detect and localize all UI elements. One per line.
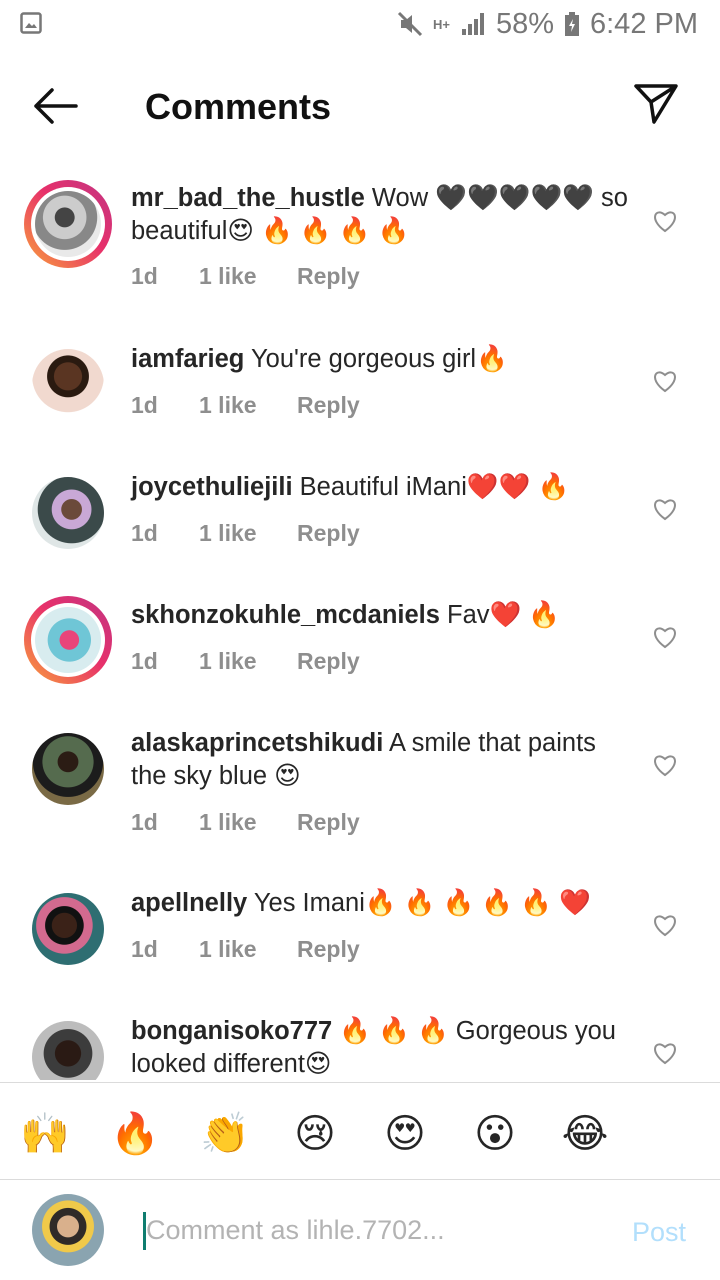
comment-meta: 1d 1 like Reply — [131, 936, 360, 963]
comment-username[interactable]: apellnelly — [131, 889, 247, 917]
comment-likes[interactable]: 1 like — [199, 263, 297, 290]
clock: 6:42 PM — [590, 7, 698, 40]
signal-icon — [460, 11, 486, 37]
comment-input[interactable] — [146, 1207, 606, 1253]
post-button[interactable]: Post — [632, 1217, 686, 1248]
heart-icon — [654, 915, 676, 937]
comment-text: Fav❤️ 🔥 — [439, 601, 561, 629]
comment-body: mr_bad_the_hustle Wow 🖤🖤🖤🖤🖤 so beautiful… — [131, 182, 631, 248]
comment-likes[interactable]: 1 like — [199, 648, 297, 675]
reply-button[interactable]: Reply — [297, 392, 360, 419]
status-bar: H+ 58% 6:42 PM — [0, 0, 720, 48]
comment-time: 1d — [131, 520, 158, 546]
comment-composer: Post — [0, 1181, 720, 1280]
comment-body: alaskaprincetshikudi A smile that paints… — [131, 727, 631, 793]
comment-time: 1d — [131, 263, 158, 289]
heart-icon — [654, 499, 676, 521]
comment-body: apellnelly Yes Imani🔥 🔥 🔥 🔥 🔥 ❤️ — [131, 887, 631, 920]
avatar[interactable] — [24, 596, 112, 684]
like-button[interactable] — [652, 625, 678, 649]
reaction-fire[interactable]: 🔥 — [110, 1109, 160, 1159]
share-button[interactable] — [632, 80, 680, 128]
quick-reactions-bar: 🙌 🔥 👏 😢 😍 😮 😂 — [0, 1082, 720, 1180]
comment-username[interactable]: joycethuliejili — [131, 473, 293, 501]
comment-username[interactable]: bonganisoko777 — [131, 1017, 332, 1045]
like-button[interactable] — [652, 913, 678, 937]
heart-icon — [654, 371, 676, 393]
comment-meta: 1d 1 like Reply — [131, 520, 360, 547]
comment-likes[interactable]: 1 like — [199, 520, 297, 547]
comment-username[interactable]: mr_bad_the_hustle — [131, 184, 365, 212]
like-button[interactable] — [652, 753, 678, 777]
reaction-clapping-hands[interactable]: 👏 — [200, 1109, 250, 1159]
avatar[interactable] — [24, 1013, 112, 1080]
heart-icon — [654, 755, 676, 777]
comment-likes[interactable]: 1 like — [199, 936, 297, 963]
network-type: H+ — [432, 16, 450, 32]
header: Comments — [0, 66, 720, 146]
avatar[interactable] — [24, 885, 112, 973]
arrow-left-icon — [34, 88, 78, 124]
current-user-avatar — [32, 1194, 104, 1266]
reaction-surprised-face[interactable]: 😮 — [470, 1109, 520, 1159]
comment-time: 1d — [131, 392, 158, 418]
avatar[interactable] — [24, 725, 112, 813]
avatar[interactable] — [24, 180, 112, 268]
comment-meta: 1d 1 like Reply — [131, 392, 360, 419]
comment-text: Yes Imani🔥 🔥 🔥 🔥 🔥 ❤️ — [247, 889, 591, 917]
avatar[interactable] — [24, 469, 112, 557]
comment-time: 1d — [131, 936, 158, 962]
comment-time: 1d — [131, 648, 158, 674]
comment-time: 1d — [131, 809, 158, 835]
comment-body: joycethuliejili Beautiful iMani❤️❤️ 🔥 — [131, 471, 631, 504]
reaction-heart-eyes[interactable]: 😍 — [380, 1109, 430, 1159]
status-icons: H+ 58% 6:42 PM — [397, 6, 698, 42]
comment-likes[interactable]: 1 like — [199, 809, 297, 836]
heart-icon — [654, 211, 676, 233]
comment-username[interactable]: skhonzokuhle_mcdaniels — [131, 601, 440, 629]
comment-text: You're gorgeous girl🔥 — [244, 345, 508, 373]
comments-list[interactable]: mr_bad_the_hustle Wow 🖤🖤🖤🖤🖤 so beautiful… — [0, 165, 720, 1080]
like-button[interactable] — [652, 497, 678, 521]
reply-button[interactable]: Reply — [297, 648, 360, 675]
reply-button[interactable]: Reply — [297, 520, 360, 547]
comment-body: bonganisoko777 🔥 🔥 🔥 Gorgeous you looked… — [131, 1015, 631, 1080]
back-button[interactable] — [30, 84, 82, 128]
like-button[interactable] — [652, 1041, 678, 1065]
like-button[interactable] — [652, 209, 678, 233]
page-title: Comments — [145, 86, 332, 127]
reply-button[interactable]: Reply — [297, 263, 360, 290]
heart-icon — [654, 1043, 676, 1065]
comment-meta: 1d 1 like Reply — [131, 809, 360, 836]
gallery-icon — [20, 12, 42, 39]
comment-body: iamfarieg You're gorgeous girl🔥 — [131, 343, 631, 376]
comment-username[interactable]: iamfarieg — [131, 345, 244, 373]
battery-icon — [564, 11, 580, 37]
reaction-crying-face[interactable]: 😢 — [290, 1109, 340, 1159]
battery-percent: 58% — [495, 7, 554, 40]
comment-meta: 1d 1 like Reply — [131, 648, 360, 675]
reply-button[interactable]: Reply — [297, 936, 360, 963]
mute-icon — [397, 11, 423, 37]
reaction-tears-of-joy[interactable]: 😂 — [560, 1109, 610, 1159]
like-button[interactable] — [652, 369, 678, 393]
comment-likes[interactable]: 1 like — [199, 392, 297, 419]
paper-plane-icon — [634, 84, 678, 124]
comment-body: skhonzokuhle_mcdaniels Fav❤️ 🔥 — [131, 599, 631, 632]
comment-username[interactable]: alaskaprincetshikudi — [131, 729, 383, 757]
reply-button[interactable]: Reply — [297, 809, 360, 836]
heart-icon — [654, 627, 676, 649]
comment-text: Beautiful iMani❤️❤️ 🔥 — [292, 473, 570, 501]
avatar[interactable] — [24, 341, 112, 429]
reaction-raising-hands[interactable]: 🙌 — [20, 1109, 70, 1159]
comment-meta: 1d 1 like Reply — [131, 263, 360, 290]
